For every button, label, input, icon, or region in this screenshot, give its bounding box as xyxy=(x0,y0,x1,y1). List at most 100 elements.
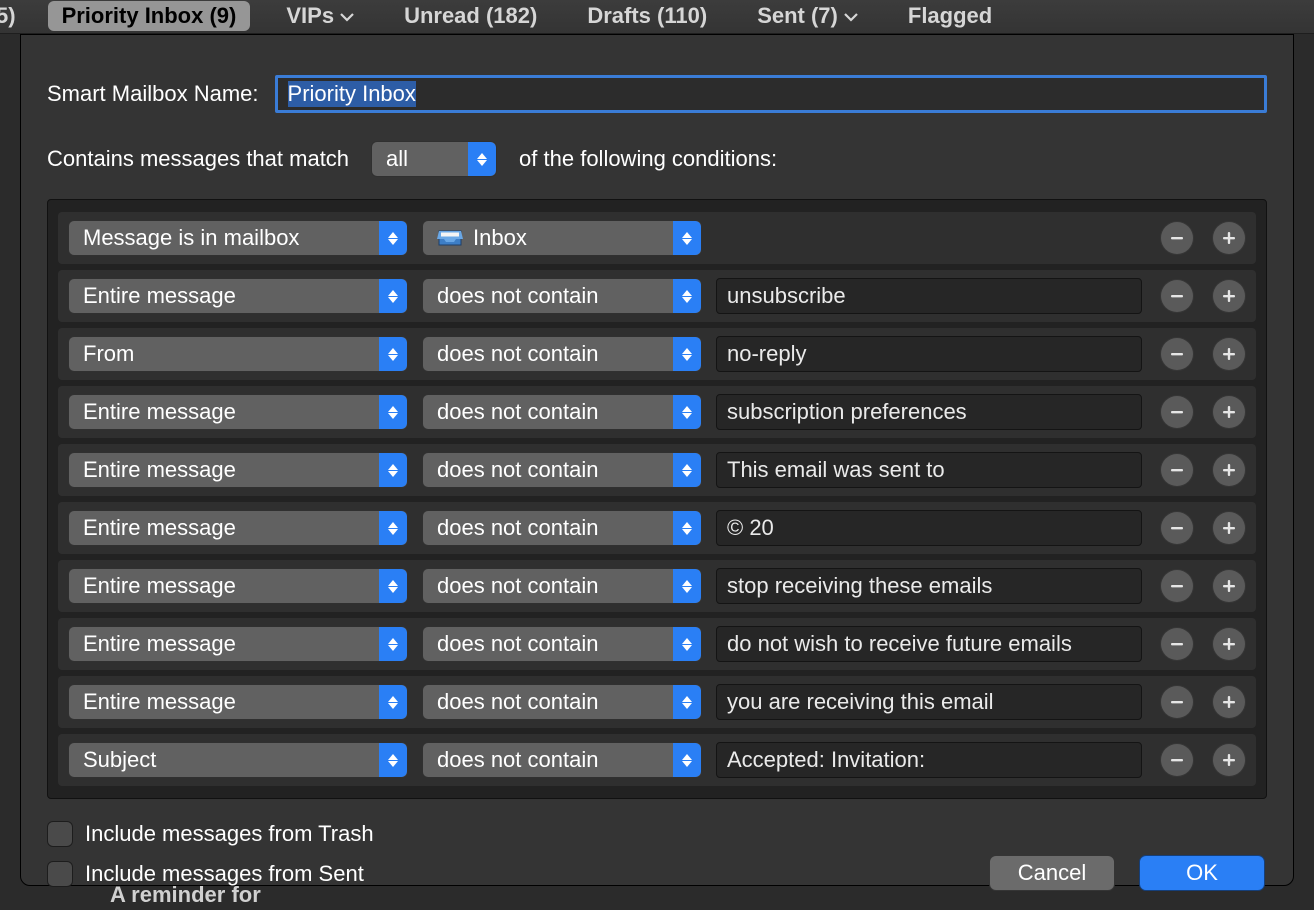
include-trash-row: Include messages from Trash xyxy=(47,821,1267,847)
rule-field-select[interactable]: Entire message xyxy=(68,684,408,720)
add-rule-button[interactable] xyxy=(1212,743,1246,777)
ok-button[interactable]: OK xyxy=(1139,855,1265,891)
smart-mailbox-name-input[interactable] xyxy=(275,75,1267,113)
rule-row: Message is in mailbox Inbox xyxy=(58,212,1256,264)
updown-arrows-icon xyxy=(379,743,407,777)
add-rule-button[interactable] xyxy=(1212,685,1246,719)
remove-rule-button[interactable] xyxy=(1160,337,1194,371)
add-rule-button[interactable] xyxy=(1212,395,1246,429)
remove-rule-button[interactable] xyxy=(1160,511,1194,545)
add-rule-button[interactable] xyxy=(1212,279,1246,313)
rule-operator-select[interactable]: does not contain xyxy=(422,568,702,604)
updown-arrows-icon xyxy=(673,279,701,313)
remove-rule-button[interactable] xyxy=(1160,627,1194,661)
rule-row: From does not contain xyxy=(58,328,1256,380)
rule-field-select[interactable]: Entire message xyxy=(68,452,408,488)
rule-operator-select[interactable]: does not contain xyxy=(422,510,702,546)
remove-rule-button[interactable] xyxy=(1160,743,1194,777)
remove-rule-button[interactable] xyxy=(1160,685,1194,719)
rule-value-input[interactable] xyxy=(716,336,1142,372)
rule-value-input[interactable] xyxy=(716,452,1142,488)
rule-operator-select[interactable]: does not contain xyxy=(422,394,702,430)
add-rule-button[interactable] xyxy=(1212,511,1246,545)
rule-row: Entire message does not contain xyxy=(58,618,1256,670)
add-rule-button[interactable] xyxy=(1212,337,1246,371)
rule-field-select-value: Entire message xyxy=(83,515,236,541)
rule-row: Entire message does not contain xyxy=(58,444,1256,496)
rule-row: Entire message does not contain xyxy=(58,560,1256,612)
add-rule-button[interactable] xyxy=(1212,221,1246,255)
add-rule-button[interactable] xyxy=(1212,627,1246,661)
rule-field-select[interactable]: Entire message xyxy=(68,510,408,546)
rule-mailbox-select-value: Inbox xyxy=(473,225,527,251)
rules-panel: Message is in mailbox Inbox Entire message… xyxy=(47,199,1267,799)
rule-operator-select-value: does not contain xyxy=(437,341,598,367)
rule-operator-select-value: does not contain xyxy=(437,399,598,425)
tab-vips[interactable]: VIPs xyxy=(272,1,368,31)
tab-drafts-110[interactable]: Drafts (110) xyxy=(573,1,721,31)
include-trash-checkbox[interactable] xyxy=(47,821,73,847)
name-row: Smart Mailbox Name: xyxy=(47,75,1267,113)
rule-field-select[interactable]: Message is in mailbox xyxy=(68,220,408,256)
include-sent-checkbox[interactable] xyxy=(47,861,73,887)
tab-sent-7[interactable]: Sent (7) xyxy=(743,1,872,31)
remove-rule-button[interactable] xyxy=(1160,279,1194,313)
tab-flagged[interactable]: Flagged xyxy=(894,1,1006,31)
background-snippet: A reminder for xyxy=(110,882,261,908)
updown-arrows-icon xyxy=(379,395,407,429)
add-rule-button[interactable] xyxy=(1212,569,1246,603)
add-rule-button[interactable] xyxy=(1212,453,1246,487)
tab-label: Priority Inbox (9) xyxy=(62,3,237,29)
rule-operator-select[interactable]: does not contain xyxy=(422,336,702,372)
rule-operator-select[interactable]: does not contain xyxy=(422,278,702,314)
match-mode-select[interactable]: all xyxy=(371,141,497,177)
tab-label: Sent (7) xyxy=(757,3,838,29)
tab-label: Drafts (110) xyxy=(587,3,707,29)
rule-field-select[interactable]: From xyxy=(68,336,408,372)
rule-operator-select[interactable]: does not contain xyxy=(422,626,702,662)
inbox-icon xyxy=(437,228,463,248)
rule-operator-select-value: does not contain xyxy=(437,283,598,309)
remove-rule-button[interactable] xyxy=(1160,569,1194,603)
rule-field-select[interactable]: Subject xyxy=(68,742,408,778)
rule-value-input[interactable] xyxy=(716,568,1142,604)
rule-value-input[interactable] xyxy=(716,626,1142,662)
rule-row: Entire message does not contain xyxy=(58,270,1256,322)
remove-rule-button[interactable] xyxy=(1160,221,1194,255)
rule-value-input[interactable] xyxy=(716,394,1142,430)
rule-operator-select-value: does not contain xyxy=(437,515,598,541)
tab-priority-inbox-9[interactable]: Priority Inbox (9) xyxy=(48,1,251,31)
updown-arrows-icon xyxy=(379,627,407,661)
rule-value-input[interactable] xyxy=(716,684,1142,720)
rule-field-select[interactable]: Entire message xyxy=(68,278,408,314)
include-trash-label: Include messages from Trash xyxy=(85,821,374,847)
rule-value-input[interactable] xyxy=(716,742,1142,778)
remove-rule-button[interactable] xyxy=(1160,395,1194,429)
rule-field-select-value: Entire message xyxy=(83,573,236,599)
updown-arrows-icon xyxy=(379,221,407,255)
tab-unread-182[interactable]: Unread (182) xyxy=(390,1,551,31)
updown-arrows-icon xyxy=(673,627,701,661)
rule-row: Entire message does not contain xyxy=(58,386,1256,438)
rule-operator-select[interactable]: does not contain xyxy=(422,742,702,778)
updown-arrows-icon xyxy=(673,569,701,603)
rule-field-select-value: Entire message xyxy=(83,457,236,483)
match-row: Contains messages that match all of the … xyxy=(47,141,1267,177)
rule-mailbox-select[interactable]: Inbox xyxy=(422,220,702,256)
rule-value-input[interactable] xyxy=(716,510,1142,546)
rule-row: Entire message does not contain xyxy=(58,676,1256,728)
updown-arrows-icon xyxy=(379,569,407,603)
rule-operator-select[interactable]: does not contain xyxy=(422,452,702,488)
rule-value-input[interactable] xyxy=(716,278,1142,314)
rule-field-select[interactable]: Entire message xyxy=(68,568,408,604)
rule-field-select[interactable]: Entire message xyxy=(68,394,408,430)
rule-field-select[interactable]: Entire message xyxy=(68,626,408,662)
rule-operator-select-value: does not contain xyxy=(437,573,598,599)
cancel-button[interactable]: Cancel xyxy=(989,855,1115,891)
smart-mailbox-sheet: Smart Mailbox Name: Contains messages th… xyxy=(20,34,1294,886)
updown-arrows-icon xyxy=(673,221,701,255)
remove-rule-button[interactable] xyxy=(1160,453,1194,487)
updown-arrows-icon xyxy=(673,453,701,487)
rule-field-select-value: Entire message xyxy=(83,399,236,425)
rule-operator-select[interactable]: does not contain xyxy=(422,684,702,720)
